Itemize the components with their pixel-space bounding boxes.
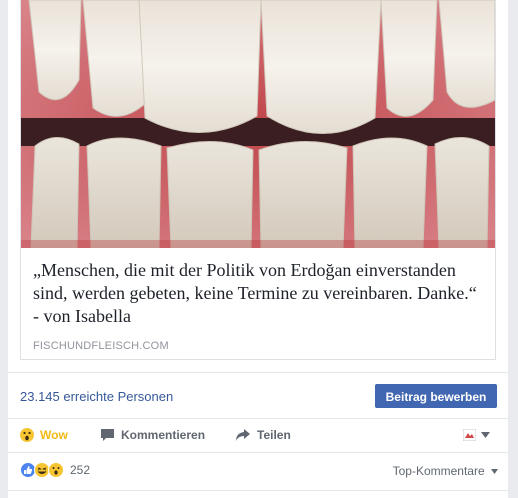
reaction-count: 252: [70, 463, 91, 477]
action-bar: Wow Kommentieren Teilen: [8, 422, 508, 450]
share-button[interactable]: Teilen: [235, 428, 291, 442]
chevron-down-icon: [481, 432, 490, 438]
divider: [8, 372, 508, 373]
comment-sort-label: Top-Kommentare: [392, 464, 485, 478]
divider: [8, 490, 508, 491]
link-domain: FISCHUNDFLEISCH.COM: [33, 340, 169, 352]
divider: [8, 452, 508, 453]
comment-icon: [101, 429, 114, 441]
reaction-button[interactable]: Wow: [20, 428, 68, 442]
post-as-selector[interactable]: [463, 429, 490, 441]
post-container: „Menschen, die mit der Politik von Erdoğ…: [8, 0, 508, 498]
wow-emoji-icon: [20, 428, 34, 442]
comment-button[interactable]: Kommentieren: [100, 428, 205, 442]
comment-sort-dropdown[interactable]: Top-Kommentare: [393, 464, 498, 478]
share-arrow-icon: [236, 429, 250, 441]
reaction-icons: [20, 462, 64, 478]
boost-post-button[interactable]: Beitrag bewerben: [375, 384, 497, 408]
reaction-label: Wow: [40, 428, 68, 442]
link-preview-image[interactable]: [21, 0, 495, 248]
teeth-image: [21, 0, 495, 248]
link-preview-card[interactable]: „Menschen, die mit der Politik von Erdoğ…: [20, 0, 496, 360]
page-avatar-icon: [463, 429, 476, 441]
divider: [8, 418, 508, 419]
share-label: Teilen: [257, 428, 291, 442]
reactions-summary[interactable]: 252: [20, 462, 90, 478]
reach-link[interactable]: 23.145 erreichte Personen: [20, 389, 173, 404]
link-headline[interactable]: „Menschen, die mit der Politik von Erdoğ…: [33, 259, 485, 328]
comment-label: Kommentieren: [121, 428, 206, 442]
caret-down-icon: [491, 469, 498, 475]
